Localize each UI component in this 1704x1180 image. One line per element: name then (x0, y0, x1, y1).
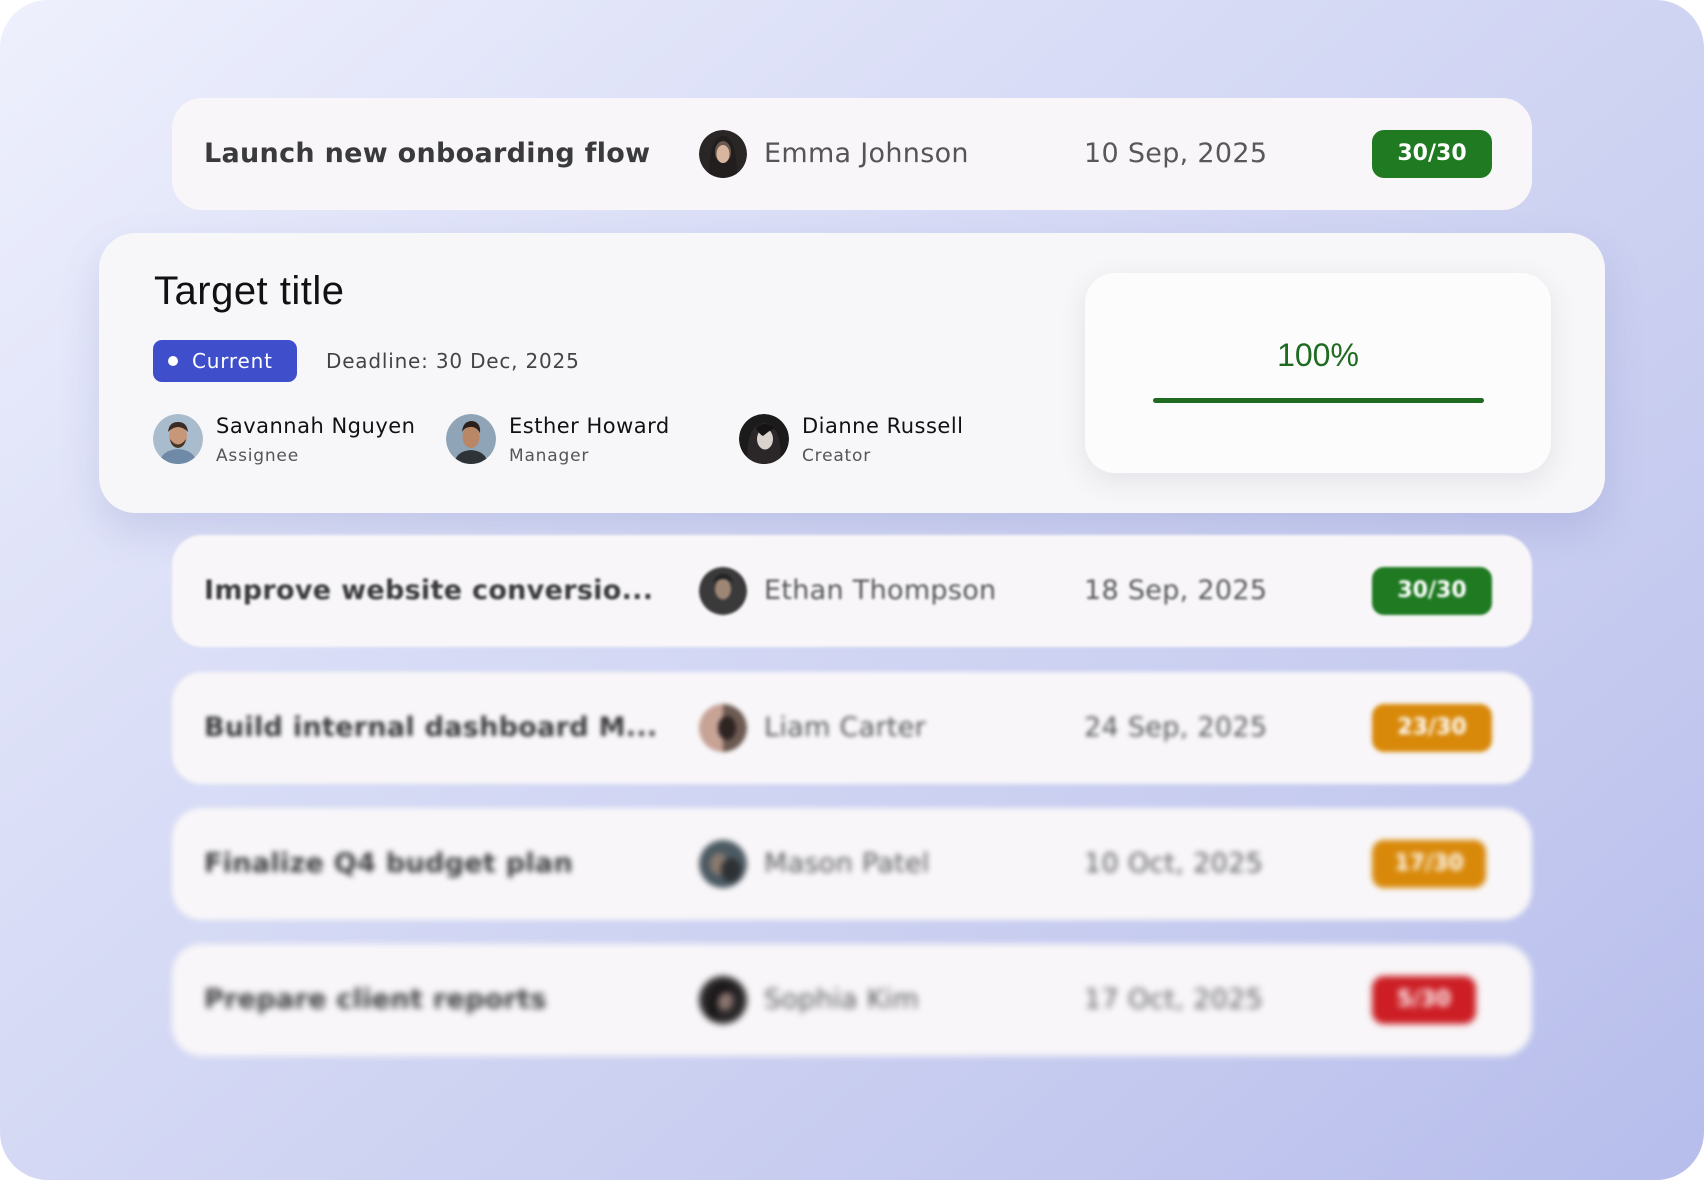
task-row[interactable]: Launch new onboarding flow Emma Johnson … (172, 98, 1532, 210)
avatar (699, 976, 747, 1024)
assignee-name: Ethan Thompson (764, 575, 997, 606)
member-name: Savannah Nguyen (216, 414, 416, 438)
due-date: 24 Sep, 2025 (1084, 712, 1268, 743)
avatar (446, 414, 496, 464)
avatar (699, 704, 747, 752)
avatar (699, 840, 747, 888)
assignee-name: Liam Carter (764, 712, 927, 743)
selected-task-card[interactable]: Target title Current Deadline: 30 Dec, 2… (99, 233, 1605, 513)
avatar (699, 130, 747, 178)
task-title: Improve website conversio... (204, 575, 654, 606)
assignee-name: Emma Johnson (764, 138, 969, 169)
member-role: Manager (509, 446, 590, 466)
progress-percent: 100% (1277, 337, 1359, 373)
deadline: Deadline: 30 Dec, 2025 (326, 340, 580, 382)
score-badge: 23/30 (1372, 704, 1492, 752)
task-row[interactable]: Build internal dashboard M... Liam Carte… (172, 672, 1532, 784)
status-badge: Current (153, 340, 297, 382)
status-dot-icon (168, 356, 178, 366)
progress-bar (1153, 398, 1484, 403)
avatar (699, 567, 747, 615)
task-title: Build internal dashboard M... (204, 712, 658, 743)
due-date: 17 Oct, 2025 (1084, 984, 1264, 1015)
task-title: Finalize Q4 budget plan (204, 848, 573, 879)
progress-bar-fill (1153, 398, 1484, 403)
status-label: Current (192, 349, 273, 373)
deadline-label: Deadline: (326, 349, 429, 373)
task-row[interactable]: Improve website conversio... Ethan Thomp… (172, 535, 1532, 647)
member-name: Esther Howard (509, 414, 670, 438)
member-role: Assignee (216, 446, 299, 466)
due-date: 10 Oct, 2025 (1084, 848, 1264, 879)
assignee-name: Sophia Kim (764, 984, 920, 1015)
task-list-panel: Launch new onboarding flow Emma Johnson … (0, 0, 1704, 1180)
progress-card: 100% (1085, 273, 1551, 473)
score-badge: 5/30 (1372, 976, 1476, 1024)
due-date: 10 Sep, 2025 (1084, 138, 1268, 169)
score-badge: 30/30 (1372, 130, 1492, 178)
deadline-value: 30 Dec, 2025 (435, 349, 580, 373)
member-role: Creator (802, 446, 872, 466)
task-title: Target title (154, 269, 345, 313)
task-row[interactable]: Prepare client reports Sophia Kim 17 Oct… (172, 944, 1532, 1056)
score-badge: 17/30 (1372, 840, 1486, 888)
task-title: Launch new onboarding flow (204, 138, 651, 169)
score-badge: 30/30 (1372, 567, 1492, 615)
due-date: 18 Sep, 2025 (1084, 575, 1268, 606)
task-row[interactable]: Finalize Q4 budget plan Mason Patel 10 O… (172, 808, 1532, 920)
member-name: Dianne Russell (802, 414, 964, 438)
task-title: Prepare client reports (204, 984, 547, 1015)
avatar (739, 414, 789, 464)
assignee-name: Mason Patel (764, 848, 930, 879)
avatar (153, 414, 203, 464)
